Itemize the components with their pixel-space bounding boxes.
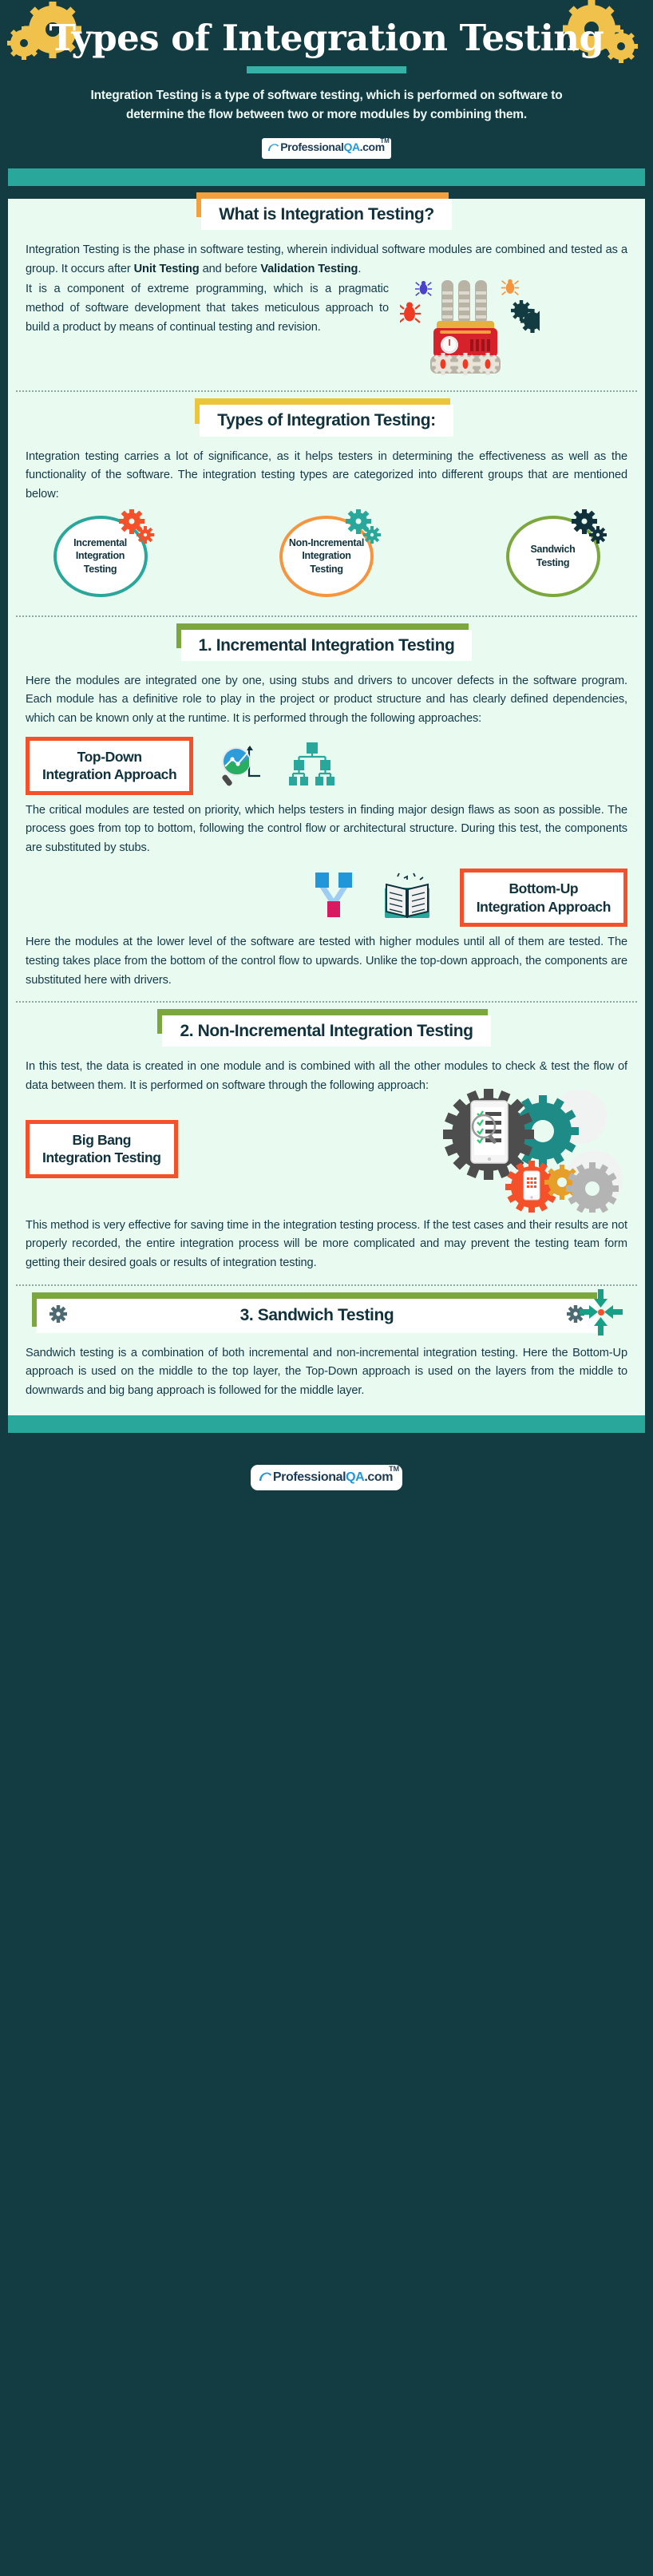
gear-decoration-red-icon [117,508,157,553]
big-bang-description: This method is very effective for saving… [26,1218,627,1270]
top-down-description: The critical modules are tested on prior… [26,803,627,854]
top-down-label-line-1: Top-Down [77,748,142,765]
big-bang-approach-box[interactable]: Big Bang Integration Testing [26,1119,178,1178]
heading-non-incremental-integration-testing: 2. Non-Incremental Integration Testing [157,1009,491,1047]
big-bang-approach-row: Big Bang Integration Testing [8,1088,645,1223]
what-is-row: It is a component of extreme programming… [26,279,627,379]
what-is-body: Integration Testing is the phase in soft… [8,241,645,379]
top-down-approach-row: Top-Down Integration Approach [8,729,645,801]
sandwich-heading-bar: 3. Sandwich Testing [37,1298,597,1333]
header: Types of Integration Testing Integration… [0,0,653,168]
title-underline [247,66,406,74]
big-bang-label-line-2: Integration Testing [42,1150,161,1166]
bottom-up-label-line-1: Bottom-Up [509,880,579,897]
sandwich-body: Sandwich testing is a combination of bot… [8,1344,645,1412]
heading-label: Types of Integration Testing: [200,405,453,437]
logo-text: ProfessionalQA.com [280,140,385,153]
gear-decoration-teal-icon [344,508,384,553]
footer: ProfessionalQA.com TM [0,1432,653,1510]
big-bang-label-line-1: Big Bang [72,1131,132,1148]
divider-2 [16,615,637,617]
incremental-body: Here the modules are integrated one by o… [8,672,645,729]
divider-1 [16,390,637,393]
bottom-up-approach-row: Bottom-Up Integration Approach [8,857,645,933]
types-circle-group: Incremental Integration Testing Non-Incr… [8,505,645,604]
validation-testing-term: Validation Testing [260,262,358,275]
types-paragraph-1: Integration testing carries a lot of sig… [26,449,627,501]
para-post: . [358,262,362,275]
big-bang-description-wrap: This method is very effective for saving… [8,1217,645,1273]
header-subtitle: Integration Testing is a type of softwar… [90,89,563,121]
heading-label: 1. Incremental Integration Testing [180,629,473,661]
para-mid: and before [199,262,261,275]
logo-trademark: TM [389,1464,400,1473]
footer-logo[interactable]: ProfessionalQA.com TM [250,1464,403,1490]
logo-professional: Professional [272,1470,346,1484]
divider-3 [16,1001,637,1003]
sandwich-paragraph-1: Sandwich testing is a combination of bot… [26,1346,627,1397]
heading-what-is-integration-testing: What is Integration Testing? [196,192,452,231]
heading-label: 2. Non-Incremental Integration Testing [162,1015,491,1047]
machine-bugs-illustration [398,275,544,379]
bottom-up-description: Here the modules at the lower level of t… [26,936,627,987]
logo-text: ProfessionalQA.com [272,1470,394,1484]
gear-left-icon [49,1304,67,1327]
top-teal-bar [8,168,645,186]
bottom-up-label-line-2: Integration Approach [476,898,611,915]
gear-decoration-dark-icon [570,508,610,553]
heading-label: 3. Sandwich Testing [239,1306,394,1325]
heading-incremental-integration-testing: 1. Incremental Integration Testing [176,623,473,661]
types-body: Integration testing carries a lot of sig… [8,448,645,505]
heading-types-of-integration-testing: Types of Integration Testing: [195,398,453,437]
bottom-up-description-wrap: Here the modules at the lower level of t… [8,933,645,990]
top-down-description-wrap: The critical modules are tested on prior… [8,801,645,858]
logo-trademark: TM [380,137,390,144]
incremental-paragraph-1: Here the modules are integrated one by o… [26,674,627,726]
logo-arc-icon [267,140,279,156]
bottom-up-icons [311,870,434,925]
infographic-page: Types of Integration Testing Integration… [0,0,653,1510]
logo-qa: QA [346,1470,365,1484]
logo-professional: Professional [280,140,344,153]
circle-incremental[interactable]: Incremental Integration Testing [30,508,170,599]
header-logo[interactable]: ProfessionalQA.com TM [262,137,391,159]
merge-flow-icon [311,871,356,924]
heading-label: What is Integration Testing? [201,198,452,231]
what-is-paragraph-2: It is a component of extreme programming… [26,283,389,334]
content-panel: What is Integration Testing? Integration… [8,192,645,1415]
unit-testing-term: Unit Testing [133,262,200,275]
big-bang-gears-illustration [423,1085,623,1217]
bottom-teal-bar [8,1415,645,1433]
heading-sandwich-testing: 3. Sandwich Testing [32,1288,623,1335]
logo-qa: QA [343,140,360,153]
top-down-icons [220,741,337,791]
circle-non-incremental[interactable]: Non-Incremental Integration Testing [257,508,397,599]
converging-arrows-icon [578,1288,624,1341]
bottom-up-approach-box[interactable]: Bottom-Up Integration Approach [459,869,627,928]
top-down-approach-box[interactable]: Top-Down Integration Approach [26,736,194,795]
logo-arc-icon [258,1469,272,1486]
what-is-text-column: It is a component of extreme programming… [26,280,389,337]
magnifier-chart-icon [220,741,263,791]
top-down-label-line-2: Integration Approach [42,766,177,783]
hierarchy-tree-icon [287,741,337,791]
what-is-paragraph-1: Integration Testing is the phase in soft… [26,241,627,279]
circle-sandwich[interactable]: Sandwich Testing [483,508,623,599]
open-book-icon [380,870,434,925]
page-title: Types of Integration Testing [49,17,604,59]
divider-4 [16,1284,637,1286]
